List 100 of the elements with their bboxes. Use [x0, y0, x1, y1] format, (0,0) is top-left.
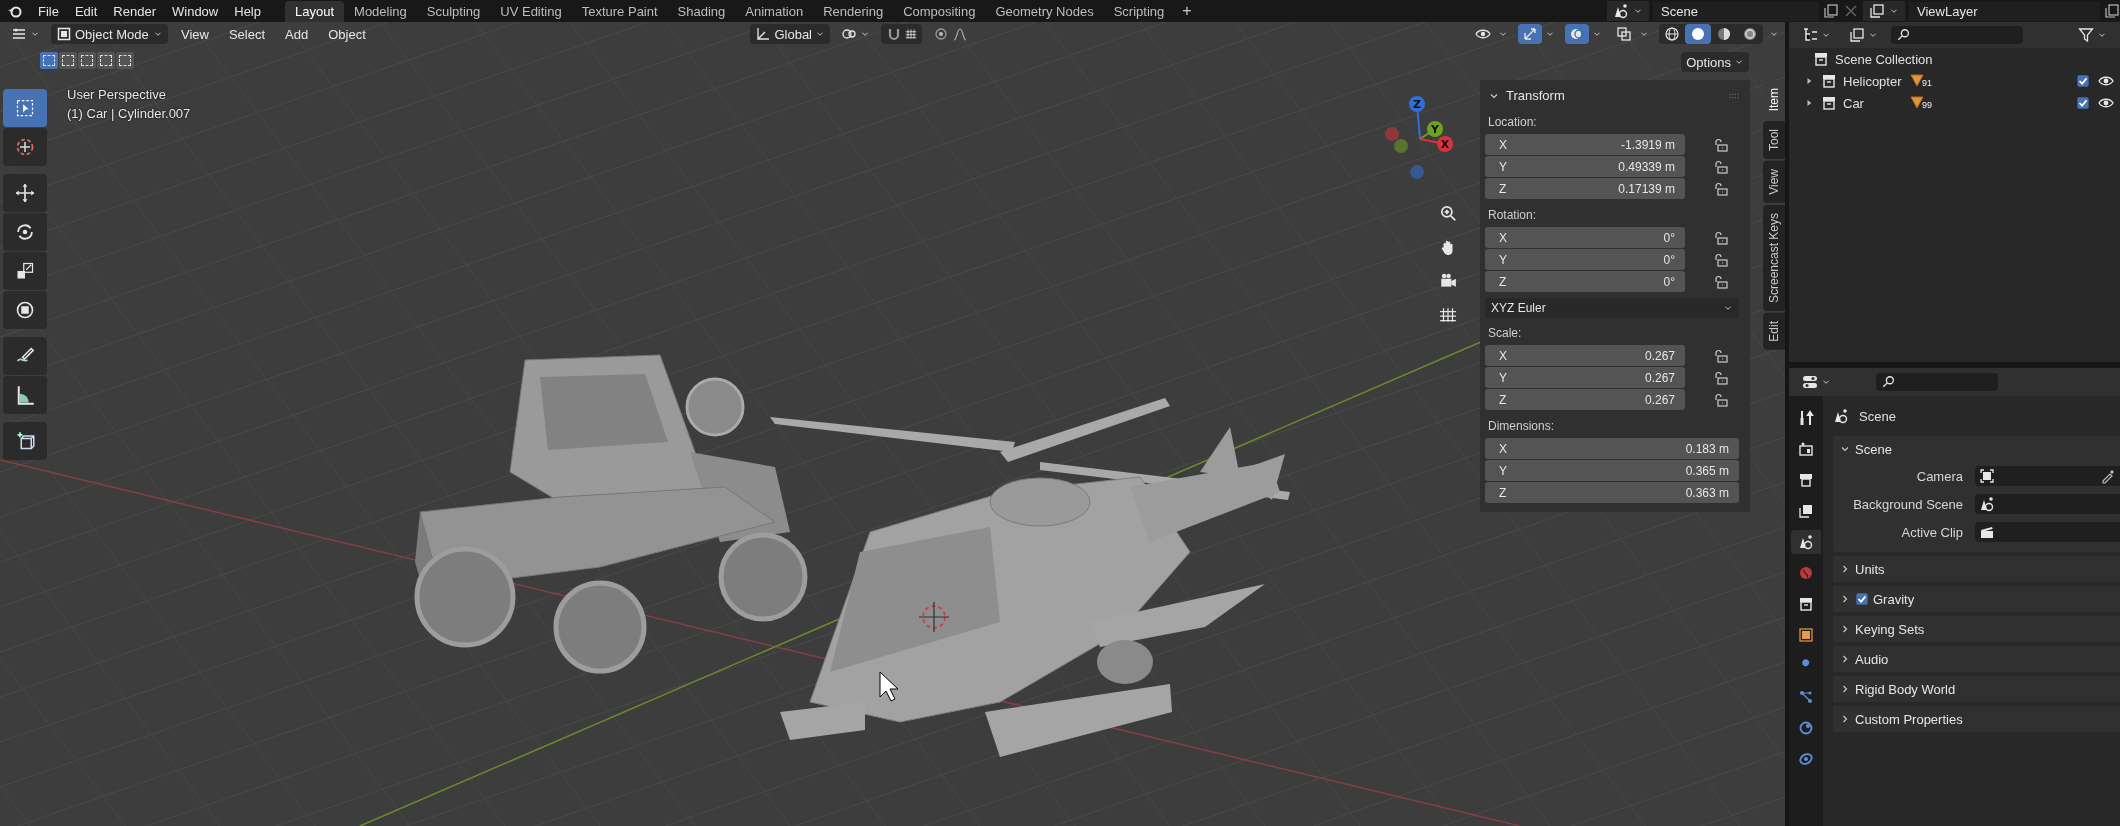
number-field[interactable]: X 0°	[1485, 227, 1685, 248]
workspace-tab[interactable]: Texture Paint	[571, 0, 668, 22]
select-mode-button[interactable]	[59, 52, 77, 69]
workspace-tab[interactable]: Sculpting	[416, 0, 491, 22]
mode-dropdown[interactable]: Object Mode	[51, 24, 168, 44]
viewport-toggle[interactable]	[1518, 24, 1542, 44]
globe-icon	[1798, 565, 1814, 581]
tool-button[interactable]	[3, 337, 47, 375]
workspace-tab[interactable]: Rendering	[813, 0, 894, 22]
lock-button[interactable]	[1713, 391, 1729, 408]
collection-label[interactable]: Car	[1843, 95, 1903, 111]
options-dropdown[interactable]: Options	[1681, 52, 1749, 72]
select-mode-button[interactable]	[97, 52, 115, 69]
scene-selector[interactable]	[1607, 1, 1649, 21]
add-workspace-button[interactable]: +	[1174, 2, 1200, 20]
menu-item[interactable]: Window	[164, 3, 227, 19]
search-field[interactable]	[1891, 26, 2023, 44]
number-field[interactable]: Y 0.267	[1485, 367, 1685, 388]
field-label: Background Scene	[1852, 496, 1964, 512]
rotation-mode-dropdown[interactable]: XYZ Euler	[1485, 298, 1739, 318]
menu-item[interactable]: Edit	[66, 3, 106, 19]
search-field[interactable]	[1876, 373, 1998, 391]
menu-item[interactable]: Render	[105, 3, 164, 19]
data-field[interactable]	[1975, 522, 2120, 542]
number-field[interactable]: X 0.267	[1485, 345, 1685, 366]
exclude-checkbox[interactable]	[2076, 73, 2090, 89]
lock-button[interactable]	[1713, 347, 1729, 364]
select-mode-button[interactable]	[116, 52, 134, 69]
tool-button[interactable]	[3, 422, 47, 460]
panel-title[interactable]: Scene	[1855, 441, 1892, 457]
axis-handle[interactable]: X	[1419, 136, 1453, 152]
workspace-tab[interactable]: UV Editing	[490, 0, 572, 22]
number-field[interactable]: X -1.3919 m	[1485, 134, 1685, 155]
select-mode-button[interactable]	[78, 52, 96, 69]
collection-label[interactable]: Helicopter	[1843, 73, 1903, 89]
scene-field[interactable]: Scene	[1653, 1, 1819, 21]
number-field[interactable]: Z 0.267	[1485, 389, 1685, 410]
header-menu[interactable]: View	[174, 26, 216, 42]
lock-button[interactable]	[1713, 273, 1729, 290]
number-field[interactable]: Z 0.363 m	[1485, 482, 1739, 503]
menu-item[interactable]: File	[30, 3, 67, 19]
axis-dot[interactable]	[1385, 127, 1399, 141]
menu-item[interactable]: Help	[226, 3, 269, 19]
workspace-tab[interactable]: Compositing	[893, 0, 986, 22]
sidebar-tab[interactable]: Tool	[1763, 121, 1785, 160]
panel-title[interactable]: Keying Sets	[1855, 621, 1925, 637]
sidebar-tab[interactable]: Item	[1763, 80, 1785, 120]
shading-mode-button[interactable]	[1685, 24, 1711, 44]
view-layer-field[interactable]: ViewLayer	[1909, 1, 2100, 21]
panel-title[interactable]: Audio	[1855, 651, 1889, 667]
snap-button[interactable]	[881, 24, 922, 44]
tool-button[interactable]	[3, 252, 47, 290]
falloff-curve-icon	[952, 26, 968, 42]
tool-button[interactable]	[3, 291, 47, 329]
orientation-dropdown[interactable]: Global	[750, 24, 830, 44]
lock-button[interactable]	[1713, 229, 1729, 246]
axis-dot[interactable]	[1410, 165, 1424, 179]
panel-title[interactable]: Units	[1855, 561, 1885, 577]
workspace-tab[interactable]: Scripting	[1103, 0, 1175, 22]
lock-button[interactable]	[1713, 180, 1729, 197]
number-field[interactable]: Y 0.365 m	[1485, 460, 1739, 481]
workspace-tab[interactable]: Modeling	[344, 0, 417, 22]
data-field[interactable]	[1975, 466, 2120, 486]
view-layer-selector[interactable]	[1863, 1, 1905, 21]
tool-button[interactable]	[3, 128, 47, 166]
sidebar-tab[interactable]: Edit	[1763, 313, 1785, 350]
workspace-tab[interactable]: Animation	[735, 0, 814, 22]
tool-button[interactable]	[3, 174, 47, 212]
panel-title[interactable]: Gravity	[1873, 591, 1915, 607]
filter-icon	[2078, 27, 2094, 43]
axis-handle[interactable]: Z	[1409, 96, 1425, 140]
tool-button[interactable]	[3, 213, 47, 251]
number-field[interactable]: Z 0.17139 m	[1485, 178, 1685, 199]
select-mode-button[interactable]	[40, 52, 58, 69]
data-field[interactable]	[1975, 494, 2120, 514]
sidebar-tab[interactable]: View	[1763, 161, 1785, 204]
xray-icon	[1616, 26, 1632, 42]
header-menu[interactable]: Select	[221, 26, 273, 42]
sidebar-tab[interactable]: Screencast Keys	[1763, 205, 1785, 312]
axis-dot[interactable]	[1394, 139, 1408, 153]
header-menu[interactable]: Object	[321, 26, 373, 42]
number-field[interactable]: X 0.183 m	[1485, 438, 1739, 459]
viewport-toggle[interactable]	[1565, 24, 1589, 44]
panel-title[interactable]: Transform	[1506, 88, 1722, 103]
properties-tab[interactable]	[1791, 530, 1821, 554]
collection-label[interactable]: Scene Collection	[1835, 51, 1933, 67]
workspace-tab[interactable]: Shading	[667, 0, 736, 22]
number-field[interactable]: Y 0.49339 m	[1485, 156, 1685, 177]
lock-button[interactable]	[1713, 136, 1729, 153]
workspace-tab[interactable]: Layout	[285, 0, 345, 22]
number-field[interactable]: Z 0°	[1485, 271, 1685, 292]
number-field[interactable]: Y 0°	[1485, 249, 1685, 270]
lock-button[interactable]	[1713, 158, 1729, 175]
workspace-tab[interactable]: Geometry Nodes	[985, 0, 1104, 22]
panel-checkbox[interactable]	[1855, 592, 1869, 606]
header-menu[interactable]: Add	[278, 26, 316, 42]
tool-button[interactable]	[3, 376, 47, 414]
exclude-checkbox[interactable]	[2076, 95, 2090, 111]
lock-button[interactable]	[1713, 369, 1729, 386]
lock-button[interactable]	[1713, 251, 1729, 268]
